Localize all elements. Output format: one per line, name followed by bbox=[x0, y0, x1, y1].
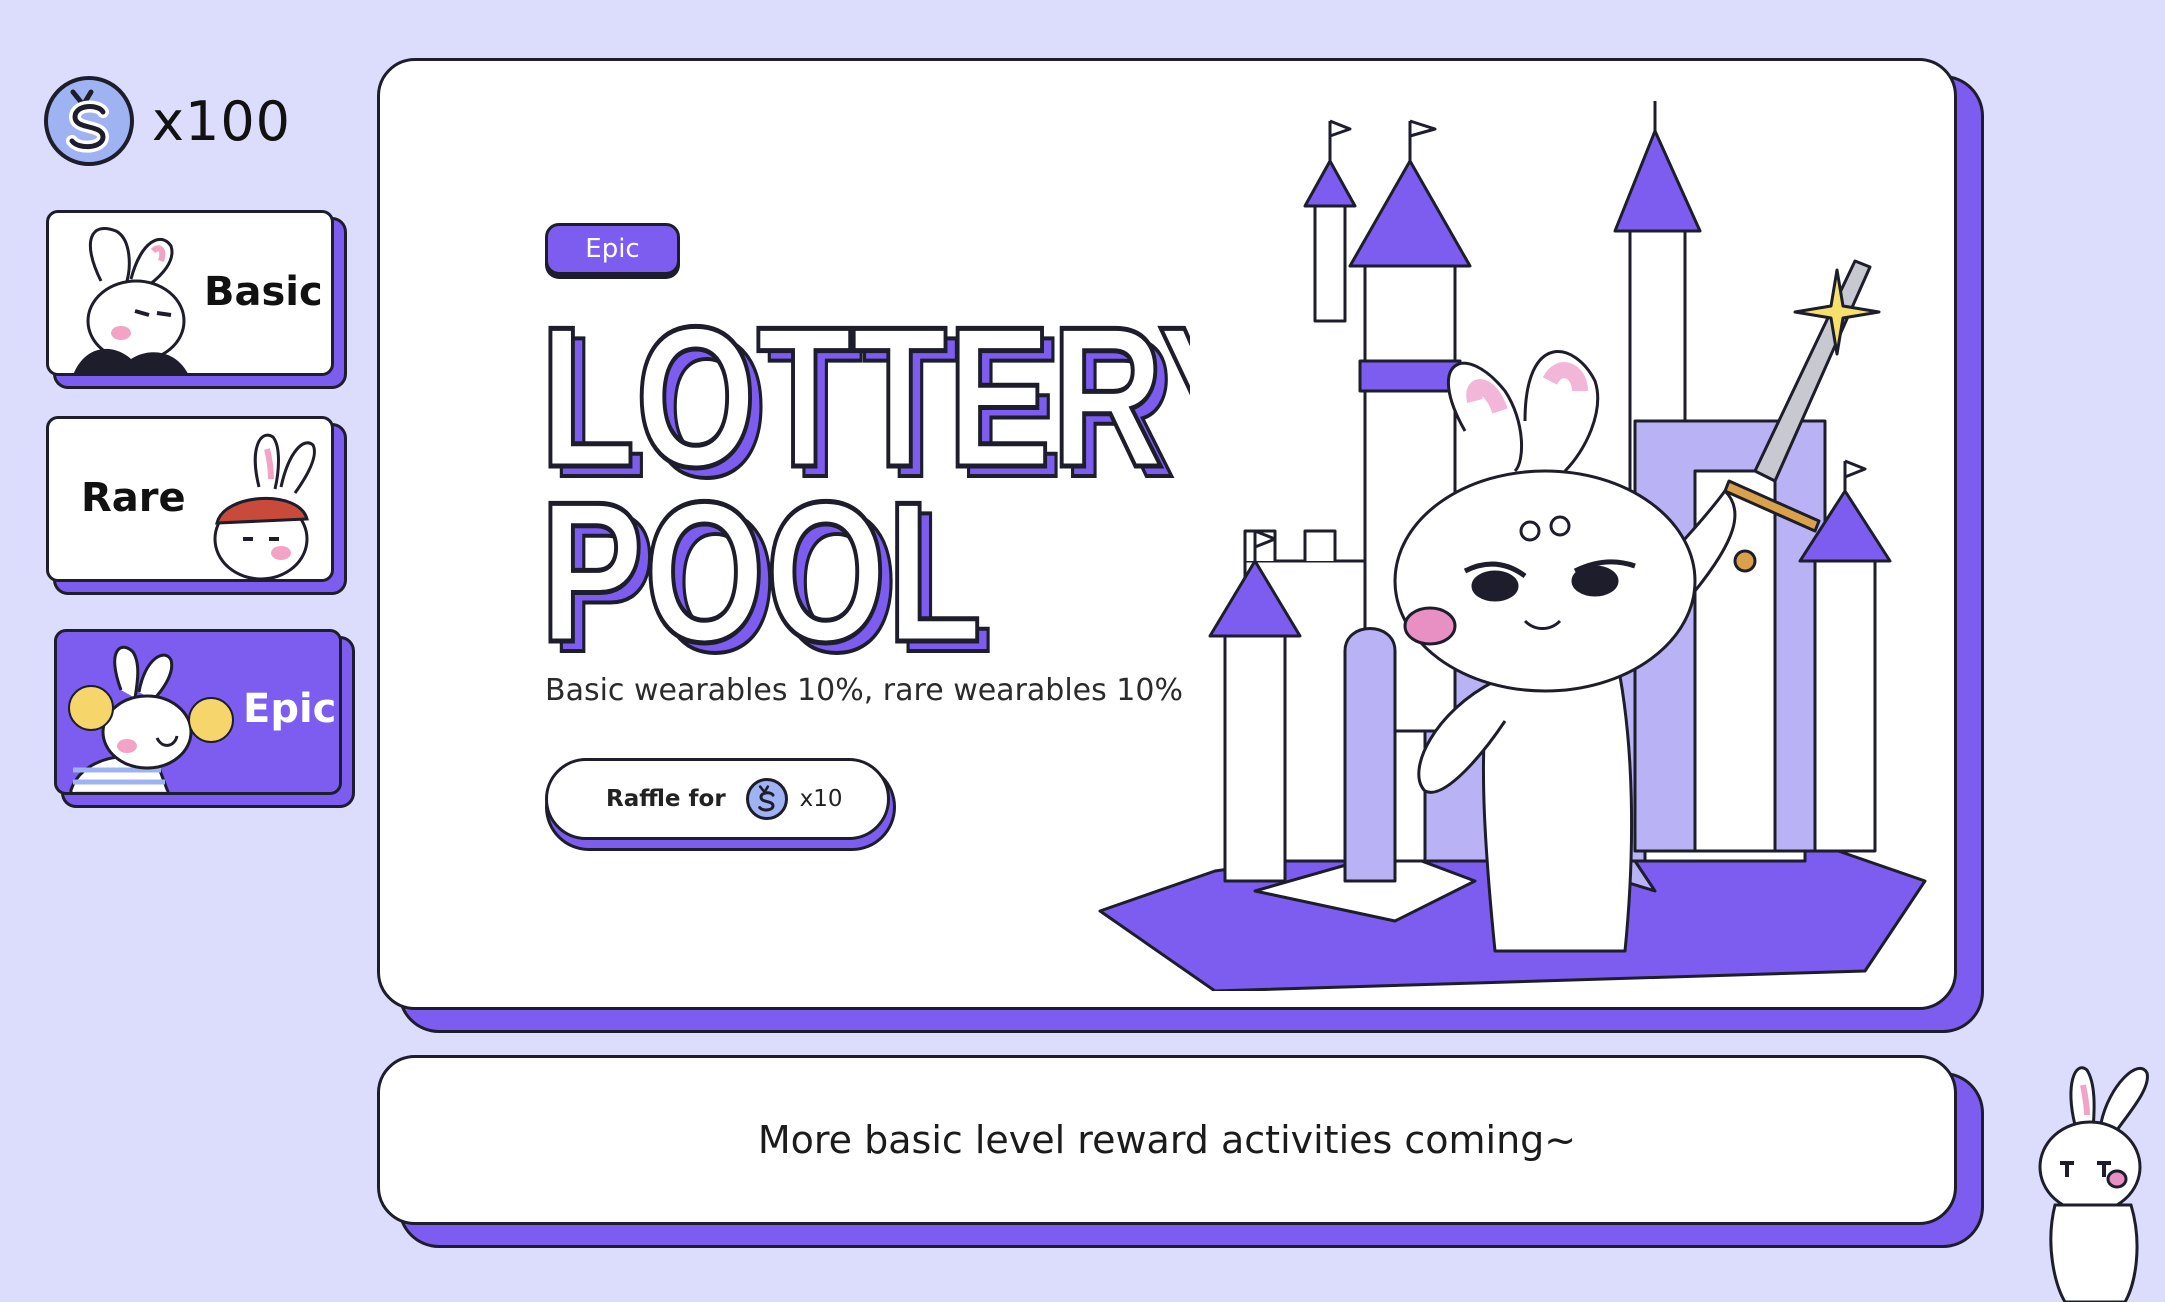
info-panel: More basic level reward activities comin… bbox=[377, 1055, 1957, 1225]
pool-odds-text: Basic wearables 10%, rare wearables 10% bbox=[545, 673, 1183, 708]
coin-amount: x100 bbox=[152, 89, 292, 153]
tier-rare-card[interactable]: Rare bbox=[46, 416, 334, 582]
raffle-label: Raffle for bbox=[606, 786, 726, 812]
pool-title-line2: POOL bbox=[540, 461, 982, 684]
bunny-cheer-illustration bbox=[68, 645, 234, 792]
tier-epic-label: Epic bbox=[243, 686, 337, 732]
bunny-thinking-illustration bbox=[73, 227, 188, 373]
tier-epic-card[interactable]: Epic bbox=[54, 629, 342, 795]
pool-title: LOTTERY LOTTERY POOL POOL bbox=[540, 306, 1190, 696]
raffle-button[interactable]: Raffle for x10 bbox=[545, 758, 890, 840]
tier-basic-label: Basic bbox=[204, 269, 323, 315]
raffle-cost: x10 bbox=[799, 786, 843, 812]
lottery-pool-panel: Epic LOTTERY LOTTERY POOL POOL Basic wea… bbox=[377, 58, 1957, 1010]
corner-bunny-mascot bbox=[2038, 1066, 2149, 1302]
coming-soon-text: More basic level reward activities comin… bbox=[757, 1118, 1577, 1162]
bunny-cap-illustration bbox=[213, 433, 316, 579]
castle-bunny-illustration bbox=[1098, 101, 1927, 991]
tier-rare-label: Rare bbox=[81, 475, 186, 521]
coin-icon bbox=[745, 778, 788, 820]
tier-basic-card[interactable]: Basic bbox=[46, 210, 334, 376]
coin-icon bbox=[44, 76, 134, 166]
rarity-badge: Epic bbox=[545, 223, 680, 275]
coin-balance: x100 bbox=[44, 76, 291, 166]
